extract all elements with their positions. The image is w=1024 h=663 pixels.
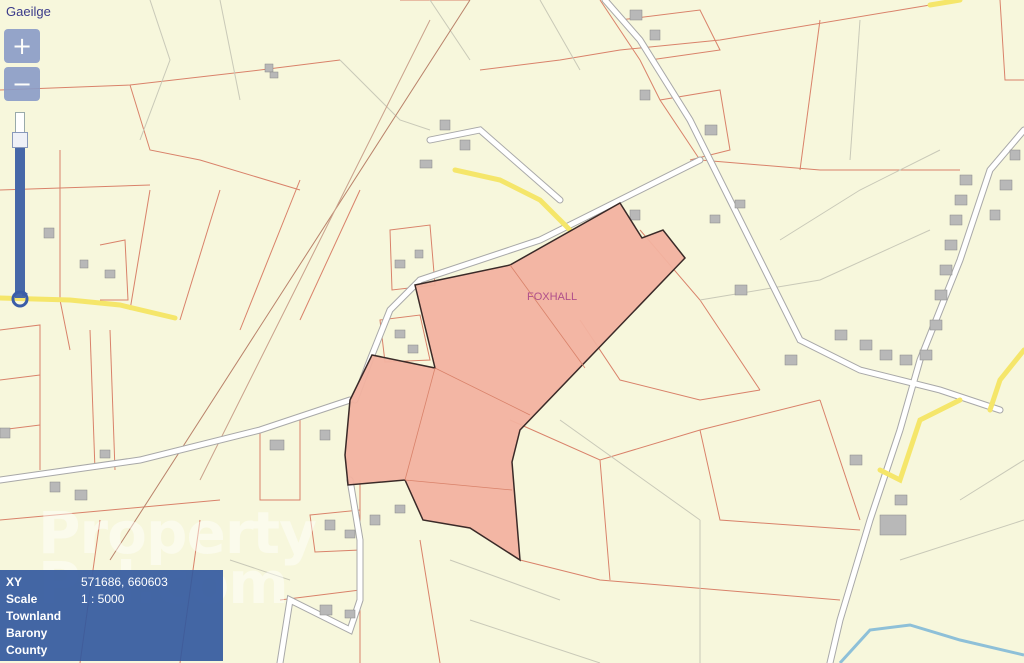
location-info-panel: XY 571686, 660603 Scale 1 : 5000 Townlan…	[0, 570, 223, 661]
info-label: XY	[6, 575, 23, 589]
info-label: Scale	[6, 592, 38, 606]
zoom-slider-handle[interactable]	[12, 132, 28, 148]
zoom-out-button[interactable]: −	[4, 67, 40, 101]
info-label: County	[6, 643, 48, 657]
info-row-townland: Townland	[6, 608, 217, 625]
zoom-in-button[interactable]: +	[4, 29, 40, 63]
info-row-xy: XY 571686, 660603	[6, 574, 217, 591]
language-link[interactable]: Gaeilge	[6, 4, 51, 19]
info-row-barony: Barony	[6, 625, 217, 642]
info-value: 571686, 660603	[81, 575, 168, 589]
info-value	[81, 642, 217, 659]
info-value	[81, 625, 217, 642]
zoom-slider[interactable]	[11, 112, 29, 308]
refresh-icon[interactable]	[9, 288, 31, 310]
zoom-track[interactable]	[15, 142, 25, 298]
info-value: 1 : 5000	[81, 592, 125, 606]
info-label: Townland	[6, 609, 62, 623]
info-row-county: County	[6, 642, 217, 659]
info-value	[81, 608, 217, 625]
townland-label: FOXHALL	[527, 291, 577, 303]
info-label: Barony	[6, 626, 48, 640]
info-row-scale: Scale 1 : 5000	[6, 591, 217, 608]
